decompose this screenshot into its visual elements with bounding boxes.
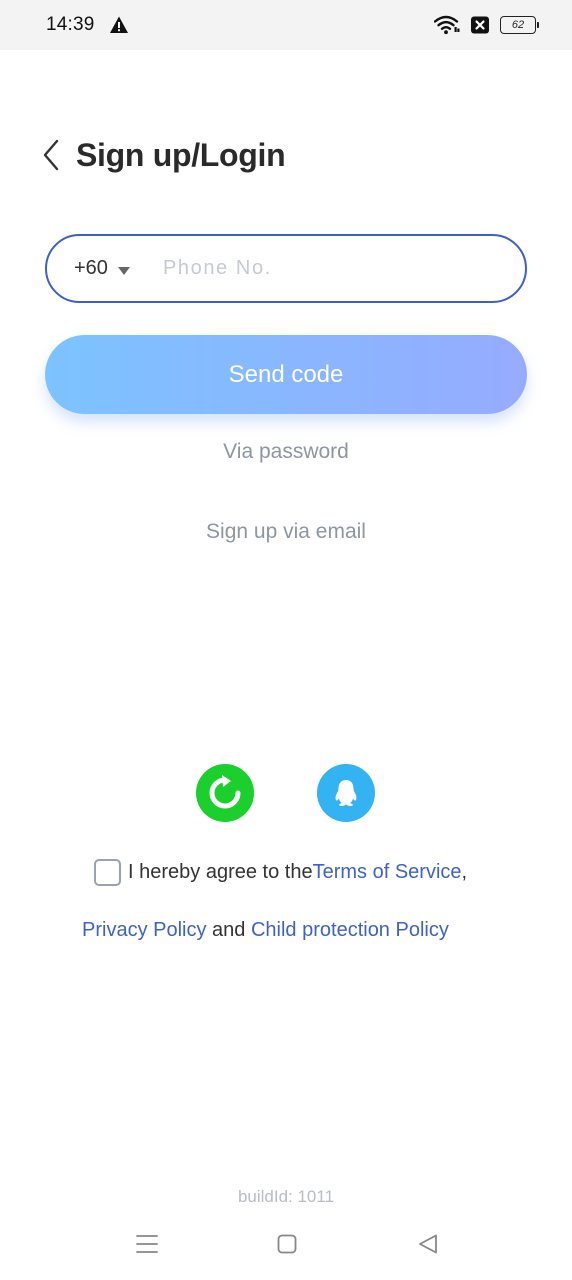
send-code-button[interactable]: Send code — [45, 335, 527, 414]
phone-field: +60 — [45, 234, 527, 303]
phone-number-input[interactable] — [162, 257, 483, 280]
status-icons: 62 — [434, 14, 539, 36]
agreement-prefix: I hereby agree to the — [128, 860, 313, 883]
build-id: buildId: 1011 — [237, 1187, 335, 1206]
home-icon[interactable] — [277, 1233, 297, 1255]
child-protection-policy-link[interactable]: Child protection Policy — [251, 919, 449, 942]
agreement-and: and — [206, 918, 251, 941]
warning-icon — [110, 16, 128, 33]
system-nav-bar — [0, 1225, 572, 1265]
battery-level: 62 — [511, 19, 525, 31]
privacy-policy-link[interactable]: Privacy Policy — [82, 919, 206, 942]
page-title: Sign up/Login — [76, 136, 286, 173]
menu-icon[interactable] — [136, 1233, 158, 1255]
country-code-selector[interactable]: +60 — [74, 257, 131, 280]
social-login-button-green[interactable] — [196, 764, 254, 822]
via-password-link[interactable]: Via password — [0, 440, 572, 464]
agreement-comma: , — [461, 860, 468, 883]
policy-row: Privacy Policy and Child protection Poli… — [82, 915, 449, 945]
agree-checkbox[interactable] — [94, 858, 121, 886]
back-triangle-icon[interactable] — [417, 1233, 439, 1255]
agreement-row: I hereby agree to the Terms of Service , — [94, 857, 467, 887]
terms-of-service-link[interactable]: Terms of Service — [313, 861, 462, 884]
social-login-row — [0, 764, 572, 822]
wechat-style-icon — [209, 775, 241, 809]
sign-up-email-link[interactable]: Sign up via email — [0, 520, 572, 544]
chevron-left-icon[interactable] — [40, 138, 64, 172]
battery-icon: 62 — [500, 16, 539, 34]
status-bar: 14:39 62 — [0, 0, 572, 50]
country-code-value: +60 — [74, 257, 108, 279]
status-time: 14:39 — [46, 14, 95, 35]
sim-off-icon — [471, 16, 489, 34]
caret-down-icon — [117, 266, 130, 275]
page-header: Sign up/Login — [40, 130, 286, 180]
wifi-icon — [434, 15, 460, 35]
qq-icon — [335, 780, 357, 807]
social-login-button-qq[interactable] — [317, 764, 375, 822]
